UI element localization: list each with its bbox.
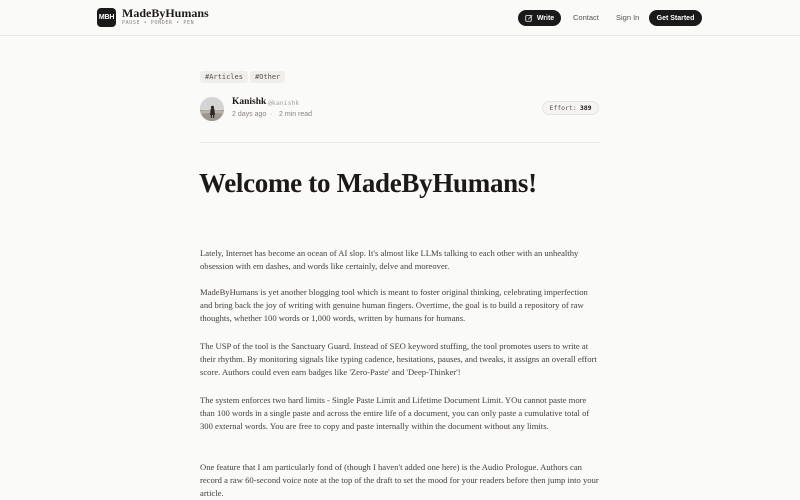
tag-other[interactable]: #Other xyxy=(250,71,286,83)
paragraph-4: The system enforces two hard limits - Si… xyxy=(200,395,590,432)
sign-in-link[interactable]: Sign In xyxy=(616,13,639,22)
effort-label: Effort: xyxy=(549,104,577,112)
paragraph-5: One feature that I am particularly fond … xyxy=(200,462,599,499)
effort-value: 389 xyxy=(579,104,592,112)
edit-icon xyxy=(525,14,533,22)
post-date: 2 days ago xyxy=(232,111,267,118)
paragraph-2: MadeByHumans is yet another blogging too… xyxy=(200,287,588,324)
contact-link[interactable]: Contact xyxy=(573,13,599,22)
top-navigation-bar: MBH MadeByHumans PAUSE • PONDER • PEN Wr… xyxy=(0,0,800,36)
paragraph-3: The USP of the tool is the Sanctuary Gua… xyxy=(200,341,597,378)
effort-score-badge: Effort: 389 xyxy=(542,101,599,115)
read-time: 2 min read xyxy=(279,111,313,118)
meta-separator: · xyxy=(270,111,273,118)
post-title: Welcome to MadeByHumans! xyxy=(199,168,537,198)
get-started-button[interactable]: Get Started xyxy=(649,10,702,26)
brand-name[interactable]: MadeByHumans xyxy=(122,6,209,21)
write-button-label: Write xyxy=(536,14,555,22)
brand-tagline: PAUSE • PONDER • PEN xyxy=(122,20,195,26)
write-button[interactable]: Write xyxy=(518,10,561,26)
author-name[interactable]: Kanishk xyxy=(232,97,266,107)
tag-articles[interactable]: #Articles xyxy=(200,71,248,83)
author-avatar[interactable] xyxy=(200,97,224,121)
avatar-photo xyxy=(200,97,224,121)
paragraph-1: Lately, Internet has become an ocean of … xyxy=(200,248,579,272)
logo-mark[interactable]: MBH xyxy=(97,8,116,27)
header-divider xyxy=(200,142,600,143)
author-handle[interactable]: @kanishk xyxy=(268,99,299,107)
